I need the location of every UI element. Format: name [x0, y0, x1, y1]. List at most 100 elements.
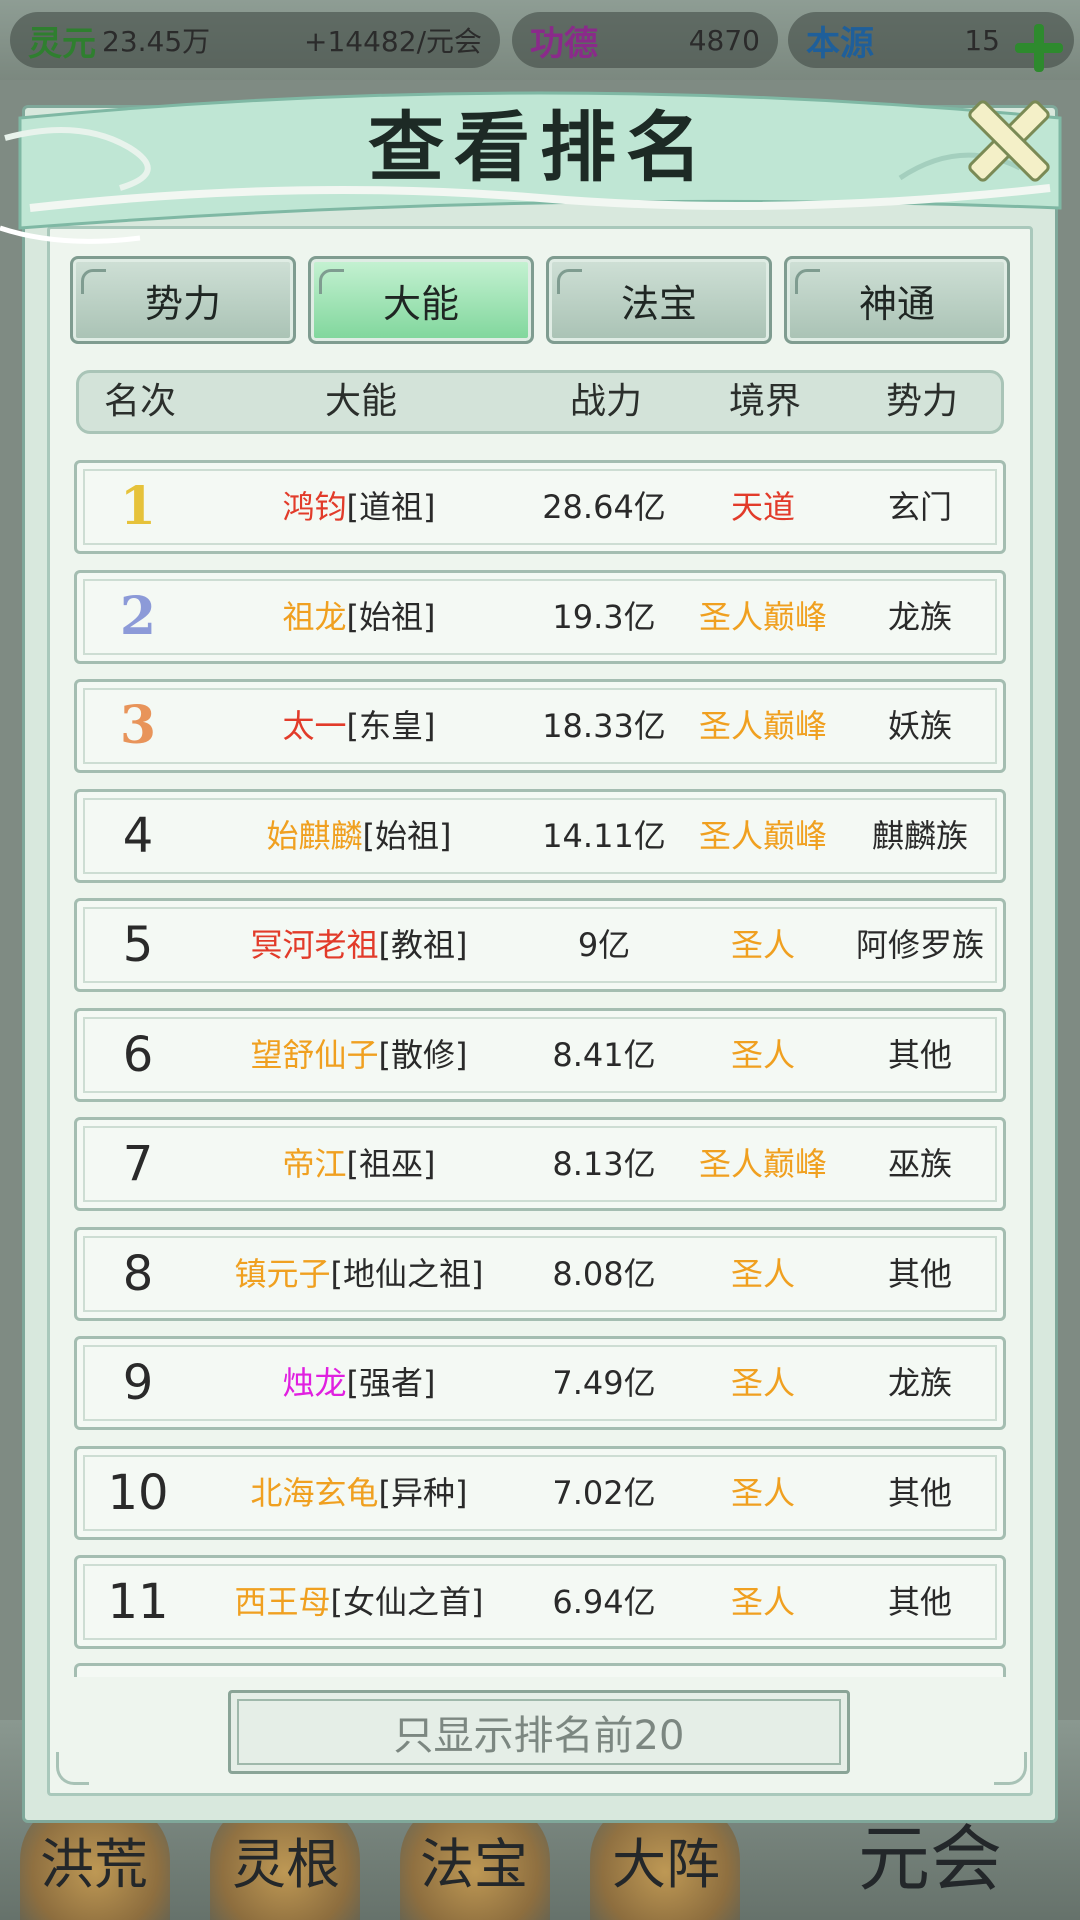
show-top20-button[interactable]: 只显示排名前20	[228, 1690, 850, 1774]
table-row[interactable]: 7 帝江[祖巫] 8.13亿 圣人巅峰 巫族	[74, 1117, 1006, 1211]
column-header-power: 战力	[569, 381, 642, 422]
table-row[interactable]: 6 望舒仙子[散修] 8.41亿 圣人 其他	[74, 1007, 1006, 1102]
character-name-cell: 始麒麟[始祖]	[199, 792, 519, 880]
character-name-cell: 鸿钧[道祖]	[199, 463, 519, 551]
table-row[interactable]: 9 烛龙[强者] 7.49亿 圣人 龙族	[74, 1336, 1006, 1430]
character-title: [始祖]	[346, 597, 436, 636]
power-value: 9亿	[577, 926, 631, 964]
realm-value: 圣人巅峰	[698, 1145, 827, 1183]
character-name: 鸿钧	[282, 488, 347, 526]
tab-shili[interactable]: 势力	[70, 256, 296, 344]
rank-number: 8	[122, 1245, 154, 1302]
tab-label: 势力	[144, 281, 221, 326]
resource-rate: +14482/元会	[304, 25, 482, 58]
table-row[interactable]: 10 北海玄龟[异种] 7.02亿 圣人 其他	[74, 1445, 1006, 1540]
modal-title: 查看排名	[368, 103, 712, 192]
column-header-rank: 名次	[103, 381, 176, 422]
rank-number: 1	[119, 476, 157, 537]
character-title: [东皇]	[346, 707, 436, 745]
character-title: [祖巫]	[346, 1145, 436, 1183]
character-title: [散修]	[378, 1035, 468, 1074]
power-value: 8.13亿	[552, 1145, 656, 1183]
faction-value: 麒麟族	[871, 816, 968, 855]
tab-fabao[interactable]: 法宝	[546, 256, 772, 344]
faction-value: 其他	[887, 1035, 952, 1074]
resource-label: 灵元	[28, 23, 96, 64]
character-name-cell: 太一[东皇]	[199, 682, 519, 770]
character-title: [教祖]	[378, 926, 468, 964]
nav-fabao[interactable]: 法宝	[420, 1820, 528, 1899]
character-name: 太一	[282, 707, 347, 745]
character-name: 北海玄龟	[250, 1473, 379, 1512]
power-value: 8.08亿	[552, 1254, 656, 1293]
column-header-faction: 势力	[885, 381, 958, 422]
power-value: 7.02亿	[552, 1473, 656, 1512]
tab-daneng[interactable]: 大能	[308, 256, 534, 344]
column-header-realm: 境界	[728, 381, 801, 422]
table-row[interactable]: 8 镇元子[地仙之祖] 8.08亿 圣人 其他	[74, 1226, 1006, 1321]
realm-value: 圣人巅峰	[698, 597, 827, 636]
table-row[interactable]: 1 鸿钧[道祖] 28.64亿 天道 玄门	[74, 460, 1006, 554]
character-name: 祖龙	[282, 597, 347, 636]
faction-value: 龙族	[887, 1364, 952, 1402]
character-title: [异种]	[378, 1473, 468, 1512]
realm-value: 圣人	[730, 1035, 795, 1074]
table-row[interactable]: 4 始麒麟[始祖] 14.11亿 圣人巅峰 麒麟族	[74, 788, 1006, 883]
rank-number: 5	[122, 917, 154, 973]
add-icon[interactable]	[1010, 20, 1066, 76]
faction-value: 龙族	[887, 597, 952, 636]
character-name-cell: 帝江[祖巫]	[199, 1120, 519, 1208]
show-top20-label: 只显示排名前20	[393, 1713, 685, 1759]
character-name-cell: 祖龙[始祖]	[199, 573, 519, 661]
tab-shentong[interactable]: 神通	[784, 256, 1010, 344]
faction-value: 其他	[887, 1254, 952, 1293]
character-name: 望舒仙子	[250, 1035, 379, 1074]
power-value: 18.33亿	[542, 707, 666, 745]
nav-honghuang[interactable]: 洪荒	[40, 1820, 148, 1899]
character-title: [地仙之祖]	[330, 1254, 484, 1293]
character-name: 西王母	[234, 1583, 331, 1621]
realm-value: 圣人	[730, 1583, 795, 1621]
character-title: [道祖]	[346, 488, 436, 526]
faction-value: 巫族	[887, 1145, 952, 1183]
rank-number: 7	[122, 1136, 154, 1192]
nav-dazhen[interactable]: 大阵	[612, 1820, 720, 1899]
table-row[interactable]: 5 冥河老祖[教祖] 9亿 圣人 阿修罗族	[74, 898, 1006, 992]
table-row[interactable]: 2 祖龙[始祖] 19.3亿 圣人巅峰 龙族	[74, 569, 1006, 664]
power-value: 28.64亿	[542, 488, 666, 526]
rank-number: 3	[119, 695, 157, 756]
corner-ornament-icon	[56, 1752, 89, 1785]
scroll-ornament-icon	[557, 269, 582, 294]
rank-number: 4	[122, 807, 154, 864]
realm-value: 圣人	[730, 1364, 795, 1402]
faction-value: 其他	[887, 1473, 952, 1512]
table-row[interactable]: 3 太一[东皇] 18.33亿 圣人巅峰 妖族	[74, 679, 1006, 773]
scroll-ornament-icon	[81, 269, 106, 294]
character-name-cell: 烛龙[强者]	[199, 1339, 519, 1427]
table-row[interactable]: 11 西王母[女仙之首] 6.94亿 圣人 其他	[74, 1555, 1006, 1649]
table-header: 名次 大能 战力 境界 势力	[76, 370, 1004, 434]
rank-number: 11	[107, 1574, 169, 1630]
realm-value: 天道	[730, 488, 795, 526]
scroll-ornament-icon	[795, 269, 820, 294]
character-name: 冥河老祖	[250, 926, 379, 964]
resource-label: 功德	[530, 23, 598, 64]
column-header-name: 大能	[324, 381, 397, 422]
rank-number: 9	[122, 1355, 154, 1411]
character-name: 始麒麟	[266, 816, 363, 855]
resource-bar: 灵元 23.45万 +14482/元会 功德 4870 本源 15	[0, 0, 1080, 80]
resource-gongde: 功德 4870	[512, 12, 778, 68]
close-icon[interactable]	[955, 88, 1055, 188]
nav-linggen[interactable]: 灵根	[232, 1820, 340, 1899]
tab-label: 法宝	[620, 281, 697, 326]
scroll-ornament-icon	[319, 269, 344, 294]
power-value: 14.11亿	[542, 816, 666, 855]
resource-value: 4870	[688, 23, 760, 57]
realm-value: 圣人	[730, 1254, 795, 1293]
character-title: [始祖]	[362, 816, 452, 855]
power-value: 7.49亿	[552, 1364, 656, 1402]
character-title: [女仙之首]	[330, 1583, 484, 1621]
tab-label: 大能	[382, 281, 459, 326]
power-value: 8.41亿	[552, 1035, 656, 1074]
table-row	[74, 1663, 1006, 1677]
